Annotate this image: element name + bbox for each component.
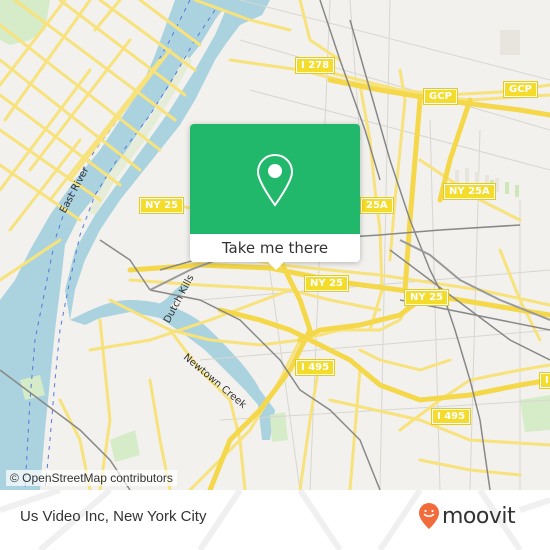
road-shield-ny25: NY 25 (138, 197, 185, 214)
destination-popup: Take me there (190, 124, 360, 270)
popup-pointer (268, 262, 284, 270)
park (110, 430, 140, 462)
road-shield-gcp: GCP (503, 81, 538, 98)
moovit-logo[interactable]: moovit (418, 502, 516, 530)
brand-name: moovit (442, 503, 516, 529)
popup-header (190, 124, 360, 234)
take-me-there-button[interactable]: Take me there (190, 234, 360, 262)
road-shield-ny25: NY 25 (303, 275, 350, 292)
road-shield-ny25a: NY 25A (443, 183, 496, 200)
location-pin-icon (256, 153, 294, 207)
place-name: Us Video Inc, New York City (20, 508, 207, 525)
footer: Us Video Inc, New York City moovit (0, 490, 550, 550)
road-shield-i495-partial: I (539, 372, 550, 389)
road-shield-i495: I 495 (294, 359, 336, 376)
map-attribution[interactable]: © OpenStreetMap contributors (6, 470, 177, 486)
map[interactable]: I 278 GCP GCP NY 25 25A NY 25A NY 25 NY … (0, 0, 550, 490)
road-shield-i278: I 278 (294, 57, 336, 74)
road-shield-25a: 25A (360, 197, 394, 214)
road-shield-ny25: NY 25 (403, 289, 450, 306)
moovit-pin-icon (419, 503, 439, 529)
road-shield-i495: I 495 (430, 408, 472, 425)
road-shield-gcp: GCP (423, 88, 458, 105)
